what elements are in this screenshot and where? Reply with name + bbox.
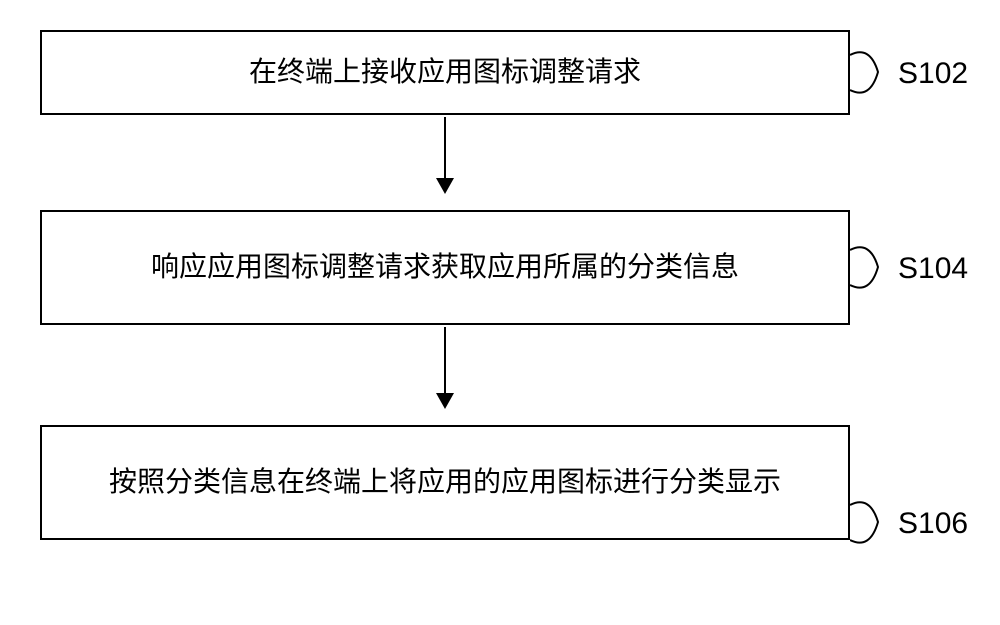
flowchart-canvas: 在终端上接收应用图标调整请求 S102 响应应用图标调整请求获取应用所属的分类信… (0, 0, 1000, 625)
step-text-3: 按照分类信息在终端上将应用的应用图标进行分类显示 (109, 464, 781, 500)
arrow-2-3 (444, 327, 446, 407)
step-label-1: S102 (898, 57, 968, 91)
connector-curve-2 (850, 240, 890, 295)
step-label-3: S106 (898, 507, 968, 541)
step-text-2: 响应应用图标调整请求获取应用所属的分类信息 (151, 249, 739, 285)
step-box-3: 按照分类信息在终端上将应用的应用图标进行分类显示 (40, 425, 850, 540)
step-text-1: 在终端上接收应用图标调整请求 (249, 54, 641, 90)
step-box-1: 在终端上接收应用图标调整请求 (40, 30, 850, 115)
arrow-1-2 (444, 117, 446, 192)
connector-curve-3 (850, 495, 890, 550)
step-box-2: 响应应用图标调整请求获取应用所属的分类信息 (40, 210, 850, 325)
connector-curve-1 (850, 45, 890, 100)
step-label-2: S104 (898, 252, 968, 286)
